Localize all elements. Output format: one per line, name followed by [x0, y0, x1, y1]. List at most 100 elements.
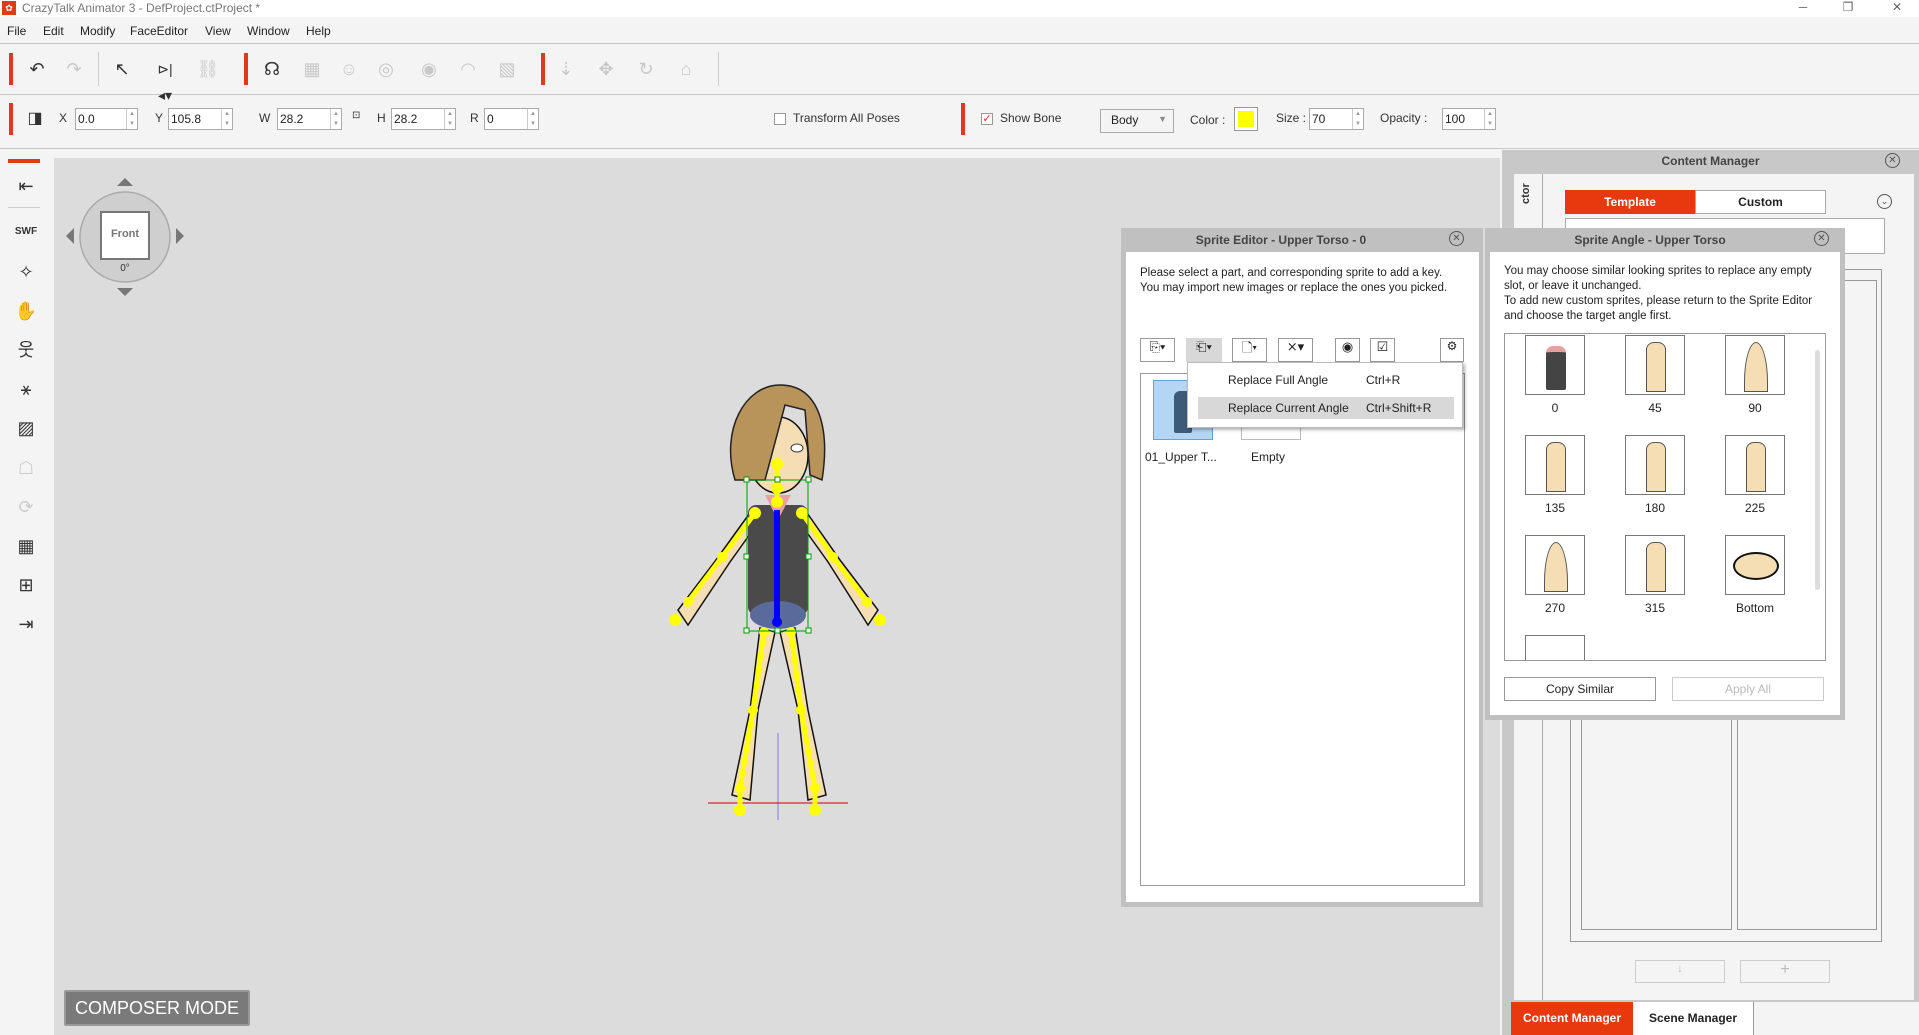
arrow-left-icon[interactable]: [66, 228, 74, 244]
x-field[interactable]: 0.0 ▲ ▼: [75, 108, 138, 130]
lips-icon[interactable]: ◠: [455, 56, 481, 82]
undo-icon[interactable]: ↶: [24, 56, 50, 82]
angle-slot[interactable]: [1725, 535, 1785, 595]
arrow-up-icon[interactable]: [117, 178, 133, 186]
menu-modify[interactable]: Modify: [80, 24, 115, 38]
head-icon[interactable]: ☊: [259, 56, 285, 82]
close-button[interactable]: ✕: [1882, 0, 1912, 17]
bone-mode-dropdown[interactable]: Body ▼: [1100, 109, 1174, 133]
side-tab-label[interactable]: ctor: [1520, 183, 1532, 204]
menu-item-replace-current-angle[interactable]: Replace Current Angle Ctrl+Shift+R: [1198, 397, 1454, 419]
hand-gesture-icon[interactable]: ✋: [11, 296, 41, 326]
view-compass[interactable]: [54, 158, 314, 418]
swf-export-icon[interactable]: SWF: [11, 217, 41, 247]
menu-view[interactable]: View: [205, 24, 231, 38]
arrow-down-icon[interactable]: [117, 288, 133, 296]
menu-faceeditor[interactable]: FaceEditor: [130, 24, 188, 38]
size-spinner[interactable]: ▲ ▼: [1352, 109, 1363, 129]
show-bone-checkbox[interactable]: ✓: [981, 113, 993, 125]
menu-edit[interactable]: Edit: [43, 24, 64, 38]
r-spinner[interactable]: ▲ ▼: [527, 109, 538, 129]
bone-color-swatch[interactable]: [1234, 107, 1258, 131]
sprite-settings-icon[interactable]: ⊞: [11, 570, 41, 600]
menu-item-replace-full-angle[interactable]: Replace Full Angle Ctrl+R: [1188, 369, 1458, 391]
magic-wand-icon[interactable]: ✧: [11, 257, 41, 287]
head-grid-icon[interactable]: ☖: [11, 453, 41, 483]
chevron-down-icon[interactable]: ⌄: [1877, 194, 1892, 209]
angle-slot[interactable]: [1525, 635, 1585, 660]
tab-custom[interactable]: Custom: [1695, 190, 1826, 214]
rotate-icon[interactable]: ↻: [633, 56, 659, 82]
settings-icon[interactable]: ⚙: [1440, 338, 1464, 362]
y-spinner[interactable]: ▲ ▼: [221, 109, 232, 129]
opacity-spinner[interactable]: ▲ ▼: [1484, 109, 1495, 129]
character[interactable]: [650, 370, 910, 820]
restore-button[interactable]: ❐: [1833, 0, 1863, 17]
checkbox-icon[interactable]: ☑: [1370, 338, 1395, 362]
back-icon[interactable]: ⇤: [11, 171, 41, 201]
tab-template[interactable]: Template: [1565, 190, 1695, 214]
texture-icon[interactable]: ▧: [494, 56, 520, 82]
eye-icon[interactable]: ◉: [416, 56, 442, 82]
size-field[interactable]: 70 ▲ ▼: [1309, 108, 1364, 130]
move-icon[interactable]: ✥: [593, 56, 619, 82]
color-fill: [1238, 111, 1254, 127]
r-field[interactable]: 0 ▲ ▼: [484, 108, 539, 130]
import-sprite-button[interactable]: ⎘▾: [1140, 338, 1175, 362]
arrow-right-icon[interactable]: [176, 228, 184, 244]
copy-similar-button[interactable]: Copy Similar: [1504, 677, 1656, 701]
angle-slot[interactable]: [1725, 335, 1785, 395]
h-field[interactable]: 28.2 ▲ ▼: [391, 108, 456, 130]
close-icon[interactable]: ✕: [1814, 231, 1829, 246]
angle-slot[interactable]: [1525, 435, 1585, 495]
bone-scale-icon[interactable]: 웃: [11, 335, 41, 365]
angle-slot[interactable]: [1525, 535, 1585, 595]
mask-icon[interactable]: ▨: [11, 413, 41, 443]
tab-content-manager[interactable]: Content Manager: [1511, 1002, 1633, 1035]
menu-file[interactable]: File: [7, 24, 26, 38]
x-spinner[interactable]: ▲ ▼: [126, 109, 137, 129]
link-icon[interactable]: ⛓: [195, 56, 221, 82]
select-arrow-icon[interactable]: ↖: [109, 56, 135, 82]
import-icon[interactable]: ⇥: [11, 609, 41, 639]
duplicate-sprite-button[interactable]: 🗋▾: [1232, 338, 1267, 362]
sprite-rotate-icon[interactable]: ⟳: [11, 492, 41, 522]
w-spinner[interactable]: ▲ ▼: [330, 109, 341, 129]
y-field[interactable]: 105.8 ▲ ▼: [168, 108, 233, 130]
bone-move-icon[interactable]: ⚹: [11, 374, 41, 404]
transform-all-poses-checkbox[interactable]: [774, 113, 786, 125]
replace-sprite-button[interactable]: ⎗▾: [1186, 338, 1222, 362]
home-icon[interactable]: ⌂: [673, 56, 699, 82]
link-ratio-icon[interactable]: ⊡: [352, 110, 360, 121]
redo-icon[interactable]: ↷: [61, 56, 87, 82]
scrollbar[interactable]: [1815, 350, 1820, 590]
minimize-button[interactable]: ─: [1788, 0, 1818, 17]
close-icon[interactable]: ✕: [1885, 153, 1900, 168]
close-icon[interactable]: ✕: [1449, 231, 1464, 246]
apply-all-button[interactable]: Apply All: [1672, 677, 1824, 701]
menu-window[interactable]: Window: [247, 24, 290, 38]
opacity-field[interactable]: 100 ▲ ▼: [1442, 108, 1496, 130]
delete-sprite-button[interactable]: ⨯▾: [1278, 338, 1313, 362]
face-puppet-icon[interactable]: ◎: [373, 56, 399, 82]
w-field[interactable]: 28.2 ▲ ▼: [277, 108, 342, 130]
angle-slot[interactable]: [1625, 535, 1685, 595]
h-spinner[interactable]: ▲ ▼: [444, 109, 455, 129]
angle-slot[interactable]: [1725, 435, 1785, 495]
grid-icon[interactable]: ▦: [299, 56, 325, 82]
eye-icon[interactable]: ◉: [1335, 338, 1360, 362]
flip-icon[interactable]: ⊳|◂▾: [152, 56, 178, 103]
hip-joint[interactable]: [772, 617, 782, 627]
face-icon[interactable]: ☺: [336, 56, 362, 82]
tab-scene-manager[interactable]: Scene Manager: [1633, 1002, 1754, 1035]
angle-slot[interactable]: [1525, 335, 1585, 395]
add-button[interactable]: +: [1740, 960, 1830, 983]
angle-slot[interactable]: [1625, 335, 1685, 395]
download-button[interactable]: ↓: [1635, 960, 1725, 983]
composer-mode-button[interactable]: COMPOSER MODE: [64, 990, 250, 1026]
sprite-list-icon[interactable]: ▦: [11, 531, 41, 561]
menu-help[interactable]: Help: [306, 24, 331, 38]
angle-slot[interactable]: [1625, 435, 1685, 495]
move-down-icon[interactable]: ⇣: [553, 56, 579, 82]
sprite-angle-body: You may choose similar looking sprites t…: [1490, 252, 1840, 715]
